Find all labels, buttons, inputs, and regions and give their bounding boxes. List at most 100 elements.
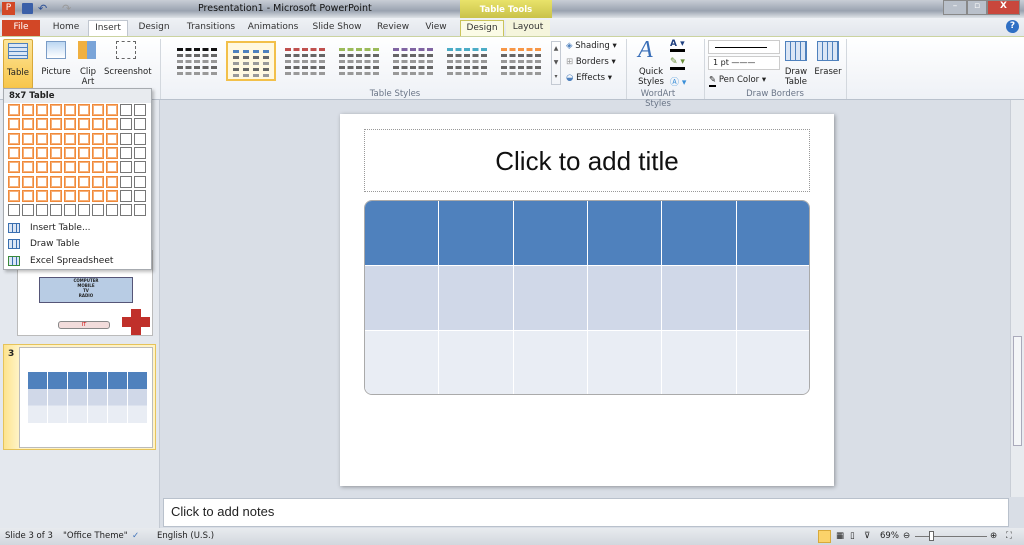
table-size-cell[interactable] xyxy=(64,189,76,202)
table-cell[interactable] xyxy=(439,266,514,331)
tab-design[interactable]: Design xyxy=(132,20,176,36)
table-size-cell[interactable] xyxy=(78,161,90,174)
screenshot-button[interactable]: Screenshot xyxy=(104,67,152,77)
table-size-cell[interactable] xyxy=(134,175,146,188)
table-size-cell[interactable] xyxy=(64,104,76,116)
borders-button[interactable]: ⊞ Borders ▾ xyxy=(566,57,616,67)
table-cell[interactable] xyxy=(736,201,809,266)
close-button[interactable]: X xyxy=(987,0,1020,15)
table-cell[interactable] xyxy=(662,201,737,266)
draw-table-icon[interactable] xyxy=(785,41,807,61)
table-size-cell[interactable] xyxy=(36,204,48,217)
text-effects-icon[interactable]: Ⓐ ▾ xyxy=(670,75,686,88)
table-cell[interactable] xyxy=(513,266,588,331)
table-size-cell[interactable] xyxy=(50,146,62,159)
table-size-cell[interactable] xyxy=(64,175,76,188)
title-placeholder[interactable]: Click to add title xyxy=(364,129,810,192)
table-size-cell[interactable] xyxy=(22,189,34,202)
table-size-cell[interactable] xyxy=(64,118,76,131)
table-size-cell[interactable] xyxy=(8,161,20,174)
table-size-cell[interactable] xyxy=(8,132,20,145)
effects-button[interactable]: ◒ Effects ▾ xyxy=(566,73,612,83)
table-style-option[interactable] xyxy=(226,41,276,81)
table-size-cell[interactable] xyxy=(8,118,20,131)
redo-icon[interactable]: ↷ xyxy=(62,2,71,15)
language[interactable]: English (U.S.) xyxy=(157,528,214,545)
table-cell[interactable] xyxy=(365,266,440,331)
slideshow-icon[interactable]: ⊽ xyxy=(864,528,870,545)
tab-table-design[interactable]: Design xyxy=(460,20,504,36)
table-size-cell[interactable] xyxy=(92,132,104,145)
table-size-cell[interactable] xyxy=(106,132,118,145)
table-size-cell[interactable] xyxy=(78,204,90,217)
eraser-button[interactable]: Eraser xyxy=(812,67,844,77)
table-size-cell[interactable] xyxy=(50,118,62,131)
table-size-cell[interactable] xyxy=(78,118,90,131)
table-size-cell[interactable] xyxy=(92,189,104,202)
picture-button[interactable]: Picture xyxy=(38,67,74,77)
undo-icon[interactable]: ↶ xyxy=(38,2,47,15)
table-button[interactable]: Table xyxy=(3,39,33,89)
eraser-icon[interactable] xyxy=(817,41,839,61)
zoom-slider-thumb[interactable] xyxy=(929,531,935,541)
table-size-cell[interactable] xyxy=(120,189,132,202)
tab-transitions[interactable]: Transitions xyxy=(180,20,242,36)
table-cell[interactable] xyxy=(662,331,737,394)
table-size-cell[interactable] xyxy=(64,161,76,174)
table-cell[interactable] xyxy=(365,331,440,394)
table-size-cell[interactable] xyxy=(78,104,90,116)
table-size-cell[interactable] xyxy=(22,175,34,188)
table-cell[interactable] xyxy=(736,266,809,331)
table-size-cell[interactable] xyxy=(92,118,104,131)
text-outline-icon[interactable]: ✎ ▾ xyxy=(670,57,685,70)
theme-name[interactable]: "Office Theme" xyxy=(63,528,128,545)
tab-slide-show[interactable]: Slide Show xyxy=(306,20,368,36)
text-fill-icon[interactable]: A ▾ xyxy=(670,39,685,52)
help-icon[interactable]: ? xyxy=(1006,20,1019,33)
table-size-cell[interactable] xyxy=(50,132,62,145)
gallery-scroll[interactable]: ▲ ▼ ▾ xyxy=(551,41,561,85)
zoom-level[interactable]: 69% xyxy=(880,528,899,545)
table-size-cell[interactable] xyxy=(134,161,146,174)
slide-table[interactable] xyxy=(364,200,810,395)
spellcheck-icon[interactable]: ✓ xyxy=(132,528,139,545)
table-style-option[interactable] xyxy=(172,41,222,81)
table-size-cell[interactable] xyxy=(78,189,90,202)
slide-thumbnail-3[interactable]: 3 xyxy=(3,344,156,450)
table-size-cell[interactable] xyxy=(50,104,62,116)
table-size-cell[interactable] xyxy=(22,161,34,174)
table-cell[interactable] xyxy=(439,331,514,394)
normal-view-icon[interactable] xyxy=(818,530,831,543)
zoom-in-button[interactable]: ⊕ xyxy=(990,528,997,545)
table-size-cell[interactable] xyxy=(106,175,118,188)
table-size-cell[interactable] xyxy=(92,104,104,116)
table-size-cell[interactable] xyxy=(36,132,48,145)
table-size-cell[interactable] xyxy=(120,146,132,159)
menu-draw-table[interactable]: Draw Table xyxy=(8,237,148,252)
table-size-cell[interactable] xyxy=(36,146,48,159)
table-style-option[interactable] xyxy=(280,41,330,81)
tab-insert[interactable]: Insert xyxy=(88,20,128,36)
screenshot-icon[interactable] xyxy=(116,41,136,59)
clip-art-button[interactable]: Clip Art xyxy=(76,67,100,87)
table-size-cell[interactable] xyxy=(106,104,118,116)
table-size-cell[interactable] xyxy=(50,189,62,202)
table-size-cell[interactable] xyxy=(106,118,118,131)
tab-view[interactable]: View xyxy=(418,20,454,36)
table-size-cell[interactable] xyxy=(50,175,62,188)
tab-animations[interactable]: Animations xyxy=(244,20,302,36)
fit-to-window-icon[interactable]: ⛶ xyxy=(1006,528,1012,545)
quick-styles-button[interactable]: Quick Styles xyxy=(634,67,668,87)
table-size-cell[interactable] xyxy=(36,104,48,116)
table-size-cell[interactable] xyxy=(134,204,146,217)
table-size-cell[interactable] xyxy=(120,132,132,145)
table-size-cell[interactable] xyxy=(106,146,118,159)
table-size-cell[interactable] xyxy=(8,204,20,217)
notes-pane[interactable]: Click to add notes xyxy=(163,498,1009,527)
table-size-cell[interactable] xyxy=(78,175,90,188)
table-size-cell[interactable] xyxy=(134,118,146,131)
table-size-cell[interactable] xyxy=(134,146,146,159)
table-cell[interactable] xyxy=(588,266,663,331)
table-cell[interactable] xyxy=(736,331,809,394)
table-size-cell[interactable] xyxy=(36,118,48,131)
